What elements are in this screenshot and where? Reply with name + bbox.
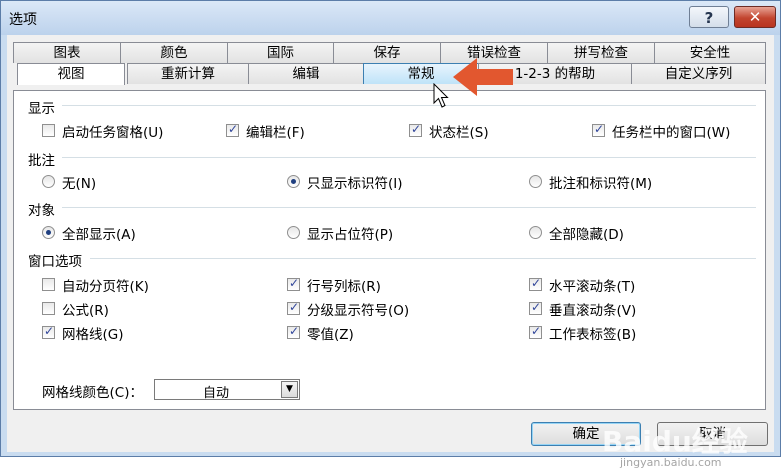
label-objects-show-all: 全部显示(A) (62, 227, 136, 243)
checkbox-row-col-headers[interactable] (287, 276, 300, 291)
section-title-window-options: 窗口选项 (28, 254, 82, 270)
tab-spelling[interactable]: 拼写检查 (547, 42, 655, 63)
checkbox-startup-task-pane[interactable] (42, 124, 55, 137)
watermark: Baidu经验 jingyan.baidu.com (602, 420, 762, 470)
tab-chart[interactable]: 图表 (13, 42, 121, 63)
divider (62, 157, 756, 158)
label-objects-placeholders: 显示占位符(P) (307, 227, 394, 243)
tab-international[interactable]: 国际 (227, 42, 334, 63)
checkbox-windows-in-taskbar[interactable] (592, 122, 605, 137)
options-dialog: 选项 ? ✕ 图表 颜色 国际 保存 错误检查 拼写检查 安全性 视图 重新计算… (0, 0, 781, 469)
checkbox-outline-symbols[interactable] (287, 300, 300, 315)
label-comments-none: 无(N) (62, 176, 97, 192)
label-comments-indicator-only: 只显示标识符(I) (307, 176, 403, 192)
label-sheet-tabs: 工作表标签(B) (549, 327, 637, 343)
label-gridlines: 网格线(G) (62, 327, 124, 343)
checkbox-vertical-scrollbar[interactable] (529, 300, 542, 315)
mouse-cursor-icon (433, 83, 449, 108)
section-title-comments: 批注 (28, 153, 55, 169)
checkbox-sheet-tabs[interactable] (529, 324, 542, 339)
radio-comments-indicator-only[interactable] (287, 175, 300, 188)
label-objects-hide-all: 全部隐藏(D) (549, 227, 624, 243)
label-startup-task-pane: 启动任务窗格(U) (62, 125, 164, 141)
view-tab-panel: 显示 启动任务窗格(U) 编辑栏(F) 状态栏(S) 任务栏中的窗口(W) 批注… (13, 90, 766, 410)
divider (62, 105, 756, 106)
title-bar[interactable]: 选项 ? ✕ (1, 1, 780, 35)
gridline-color-select[interactable]: 自动 ▼ (154, 379, 300, 401)
window-title: 选项 (9, 12, 37, 28)
label-gridline-color: 网格线颜色(C)： (42, 385, 143, 401)
label-horizontal-scrollbar: 水平滚动条(T) (549, 279, 636, 295)
radio-objects-placeholders[interactable] (287, 226, 300, 239)
checkbox-status-bar[interactable] (409, 122, 422, 137)
label-formulas: 公式(R) (62, 303, 109, 319)
checkbox-gridlines[interactable] (42, 324, 55, 339)
watermark-url: jingyan.baidu.com (620, 456, 722, 469)
radio-comments-none[interactable] (42, 175, 55, 188)
label-zero-values: 零值(Z) (307, 327, 354, 343)
divider (90, 258, 756, 259)
chevron-down-icon[interactable]: ▼ (281, 381, 298, 398)
label-comments-and-indicator: 批注和标识符(M) (549, 176, 653, 192)
checkbox-zero-values[interactable] (287, 324, 300, 339)
radio-objects-show-all[interactable] (42, 226, 55, 239)
help-button[interactable]: ? (689, 6, 729, 28)
section-title-objects: 对象 (28, 203, 55, 219)
checkbox-horizontal-scrollbar[interactable] (529, 276, 542, 291)
label-windows-in-taskbar: 任务栏中的窗口(W) (612, 125, 731, 141)
label-row-col-headers: 行号列标(R) (307, 279, 381, 295)
radio-objects-hide-all[interactable] (529, 226, 542, 239)
tab-custom-lists[interactable]: 自定义序列 (631, 63, 766, 84)
tab-edit[interactable]: 编辑 (248, 63, 364, 84)
close-button[interactable]: ✕ (734, 6, 776, 28)
tab-calculation[interactable]: 重新计算 (127, 63, 249, 84)
checkbox-page-breaks[interactable] (42, 278, 55, 291)
label-page-breaks: 自动分页符(K) (62, 279, 149, 295)
label-status-bar: 状态栏(S) (429, 125, 489, 141)
gridline-color-value: 自动 (202, 386, 229, 401)
annotation-arrow-icon (453, 58, 513, 96)
tab-save[interactable]: 保存 (333, 42, 441, 63)
dialog-body: 图表 颜色 国际 保存 错误检查 拼写检查 安全性 视图 重新计算 编辑 常规 … (7, 35, 774, 469)
checkbox-formula-bar[interactable] (226, 122, 239, 137)
tab-color[interactable]: 颜色 (120, 42, 228, 63)
label-formula-bar: 编辑栏(F) (246, 125, 305, 141)
label-outline-symbols: 分级显示符号(O) (307, 303, 410, 319)
checkbox-formulas[interactable] (42, 302, 55, 315)
tab-view[interactable]: 视图 (17, 63, 125, 85)
divider (62, 207, 756, 208)
watermark-brand: Baidu经验 (602, 425, 748, 458)
radio-comments-and-indicator[interactable] (529, 175, 542, 188)
section-title-display: 显示 (28, 101, 55, 117)
tab-security[interactable]: 安全性 (654, 42, 766, 63)
label-vertical-scrollbar: 垂直滚动条(V) (549, 303, 637, 319)
